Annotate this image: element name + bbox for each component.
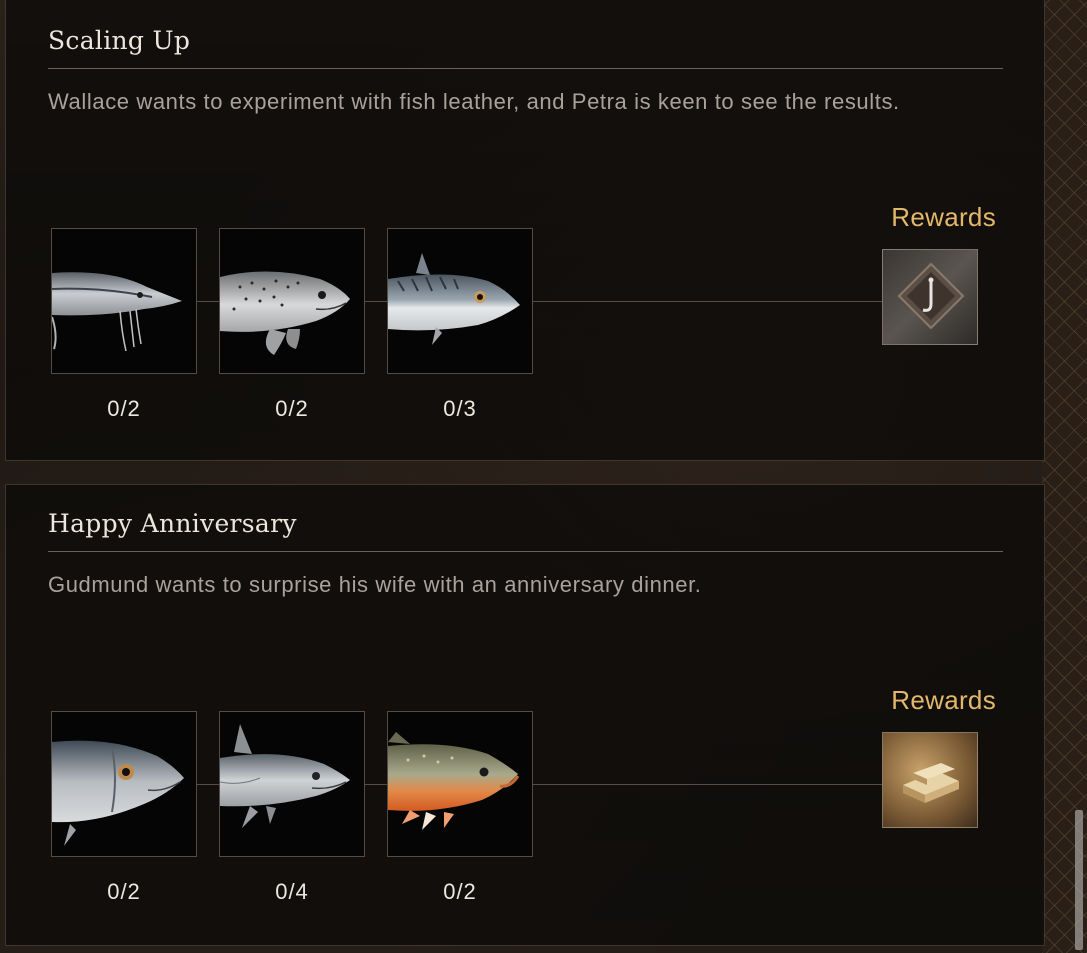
quest-card-scaling-up[interactable]: Scaling Up Wallace wants to experiment w… <box>5 0 1045 461</box>
fish-slot-char[interactable] <box>387 711 533 857</box>
herring-fish-icon <box>220 724 350 828</box>
reward-slot[interactable] <box>882 732 978 828</box>
rewards-label: Rewards <box>891 202 996 232</box>
title-divider <box>48 551 1003 552</box>
salmon-fish-icon <box>52 740 184 846</box>
hook-pendant-reward-icon <box>897 262 965 330</box>
quest-list-screen: Scaling Up Wallace wants to experiment w… <box>0 0 1087 953</box>
fish-slot-trout[interactable] <box>219 228 365 374</box>
fish-count: 0/2 <box>107 396 141 421</box>
quest-card-happy-anniversary[interactable]: Happy Anniversary Gudmund wants to surpr… <box>5 484 1045 946</box>
fish-slot-mackerel[interactable] <box>387 228 533 374</box>
fish-slot-salmon[interactable] <box>51 711 197 857</box>
sturgeon-fish-icon <box>52 272 182 352</box>
fish-count: 0/2 <box>107 879 141 904</box>
rewards-label: Rewards <box>891 685 996 715</box>
fish-slot-herring[interactable] <box>219 711 365 857</box>
fish-count: 0/3 <box>443 396 477 421</box>
silver-ingots-reward-icon <box>903 763 959 803</box>
fish-count: 0/2 <box>275 396 309 421</box>
scrollbar[interactable] <box>1075 810 1083 950</box>
title-divider <box>48 68 1003 69</box>
quest-title: Scaling Up <box>48 26 191 55</box>
char-fish-icon <box>388 732 520 830</box>
fish-count: 0/2 <box>443 879 477 904</box>
mackerel-fish-icon <box>388 253 520 345</box>
fish-slot-sturgeon[interactable] <box>51 228 197 374</box>
reward-slot[interactable] <box>882 249 978 345</box>
quest-title: Happy Anniversary <box>48 509 297 538</box>
quest-description: Wallace wants to experiment with fish le… <box>48 89 900 114</box>
fish-count: 0/4 <box>275 879 309 904</box>
trout-fish-icon <box>220 271 350 355</box>
quest-description: Gudmund wants to surprise his wife with … <box>48 572 702 597</box>
